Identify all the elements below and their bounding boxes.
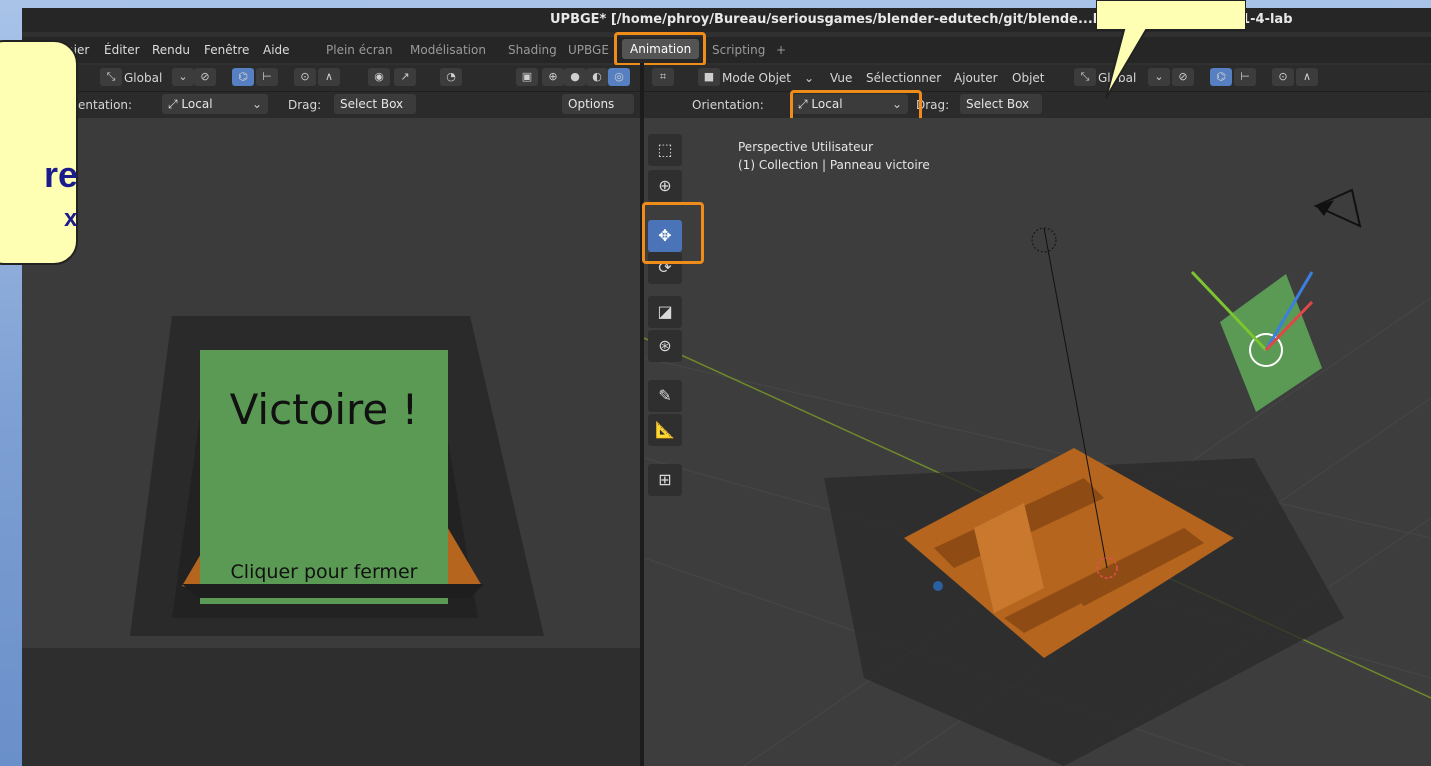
transform-icon[interactable]: ⊛ [648, 330, 682, 362]
3d-scene [643, 188, 1431, 766]
view-name: Perspective Utilisateur [738, 140, 874, 154]
overlay-icon[interactable]: ◔ [440, 68, 462, 86]
right-drag-value: Select Box [966, 97, 1030, 111]
menu-vue[interactable]: Vue [830, 71, 852, 85]
panel-subtitle: Cliquer pour fermer [231, 561, 418, 583]
menu-objet[interactable]: Objet [1012, 71, 1044, 85]
editor-type-icon[interactable]: ⌗ [652, 68, 674, 86]
panel-title: Victoire ! [230, 385, 419, 434]
add-cube-icon[interactable]: ⊞ [648, 464, 682, 496]
falloff-icon[interactable]: ∧ [1296, 68, 1318, 86]
right-drag-dropdown[interactable]: Select Box [960, 94, 1042, 114]
cursor-icon[interactable]: ⊕ [648, 170, 682, 202]
callout-arrow [1096, 0, 1246, 99]
tab-plein-ecran[interactable]: Plein écran [326, 43, 393, 57]
left-drag-label: Drag: [288, 98, 322, 112]
transform-space-icon: ⤡ [1074, 68, 1096, 86]
camera-viewport[interactable]: Victoire ! Cliquer pour fermer [22, 118, 640, 766]
left-orientation-label: entation: [78, 98, 133, 112]
left-drag-dropdown[interactable]: Select Box [334, 94, 416, 114]
orientation-icon: ⤢ [168, 97, 182, 111]
right-tool-settings: Orientation: ⤢ Local ⌄ Drag: Select Box [644, 92, 1431, 119]
transform-space-icon: ⤡ [100, 68, 122, 86]
highlight-move-tool [642, 202, 704, 264]
tab-upbge[interactable]: UPBGE [568, 43, 609, 57]
callout-text: re [44, 154, 79, 195]
measure-icon[interactable]: 📐 [648, 414, 682, 446]
highlight-animation-tab [614, 32, 706, 66]
options-button[interactable]: Options [562, 94, 634, 114]
blender-window: UPBGE* [/home/phroy/Bureau/seriousgames/… [22, 8, 1431, 766]
gizmo-icon[interactable]: ↗ [394, 68, 416, 86]
xray-icon[interactable]: ▣ [516, 68, 538, 86]
tab-scripting[interactable]: Scripting [712, 43, 765, 57]
left-header-tools: ⤡ Global ⌄ ⊘ ⌬ ⊢ ⊙ ∧ ◉ ↗ ◔ ▣ ⊕ ● ◐ ◎ [22, 65, 640, 92]
menu-rendu[interactable]: Rendu [152, 43, 190, 57]
rendered-icon[interactable]: ◎ [608, 68, 630, 86]
ball-object [933, 581, 943, 591]
menu-selectionner[interactable]: Sélectionner [866, 71, 941, 85]
falloff-icon[interactable]: ∧ [318, 68, 340, 86]
add-workspace-button[interactable]: + [776, 43, 786, 57]
menu-aide[interactable]: Aide [263, 43, 290, 57]
menu-ajouter[interactable]: Ajouter [954, 71, 998, 85]
pivot-icon[interactable]: ⊘ [194, 68, 216, 86]
left-tool-settings: entation: ⤢ Local ⌄ Drag: Select Box Opt… [22, 92, 640, 119]
scale-icon[interactable]: ◪ [648, 296, 682, 328]
left-transform-space[interactable]: Global [124, 71, 162, 85]
menu-editer[interactable]: Éditer [104, 43, 140, 57]
snap-target-icon[interactable]: ⊢ [256, 68, 278, 86]
left-orientation-dropdown[interactable]: ⤢ Local ⌄ [162, 94, 268, 114]
annotate-icon[interactable]: ✎ [648, 380, 682, 412]
material-preview-icon[interactable]: ◐ [586, 68, 608, 86]
proportional-edit-icon[interactable]: ⊙ [1272, 68, 1294, 86]
object-mode-icon: ■ [698, 68, 720, 86]
right-orientation-label: Orientation: [692, 98, 764, 112]
left-orientation-value: Local [181, 97, 213, 111]
mode-selector[interactable]: Mode Objet [722, 71, 791, 85]
3d-viewport[interactable]: Perspective Utilisateur (1) Collection |… [643, 118, 1431, 766]
right-header-menus: ⌗ ■ Mode Objet ⌄ Vue Sélectionner Ajoute… [644, 65, 1431, 92]
callout-letter: x [64, 205, 78, 232]
wireframe-icon[interactable]: ⊕ [542, 68, 564, 86]
menu-fenetre[interactable]: Fenêtre [204, 43, 249, 57]
options-label: Options [568, 97, 615, 111]
chevron-down-icon[interactable]: ⌄ [804, 71, 814, 85]
select-box-icon[interactable]: ⬚ [648, 134, 682, 166]
camera-scene: Victoire ! Cliquer pour fermer [22, 118, 640, 766]
left-drag-value: Select Box [340, 97, 404, 111]
proportional-edit-icon[interactable]: ⊙ [294, 68, 316, 86]
chevron-down-icon: ⌄ [251, 97, 262, 111]
solid-icon[interactable]: ● [564, 68, 586, 86]
snap-icon[interactable]: ⌬ [232, 68, 254, 86]
tab-shading[interactable]: Shading [508, 43, 557, 57]
tab-modelisation[interactable]: Modélisation [410, 43, 486, 57]
chevron-down-icon[interactable]: ⌄ [172, 68, 194, 86]
collection-info: (1) Collection | Panneau victoire [738, 158, 930, 172]
visibility-icon[interactable]: ◉ [368, 68, 390, 86]
light-object [1031, 227, 1057, 253]
